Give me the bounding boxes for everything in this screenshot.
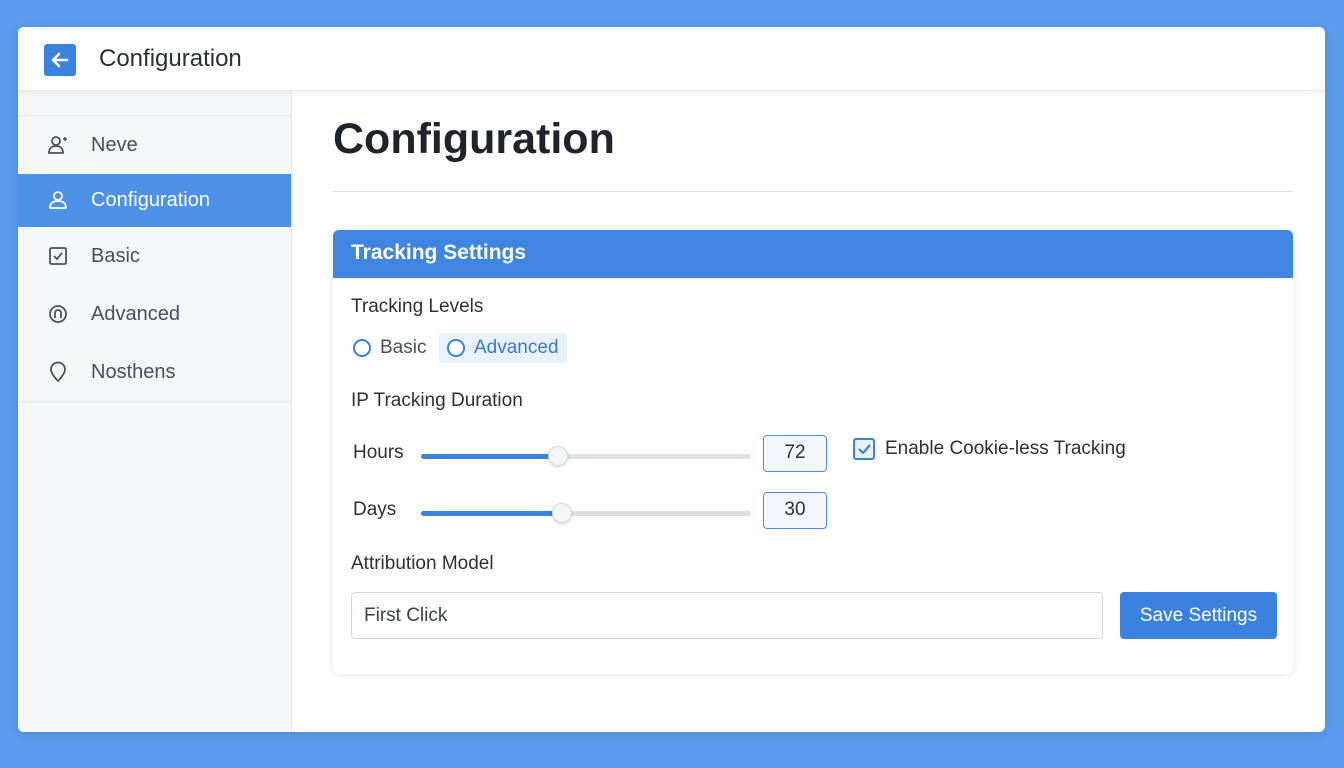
sidebar-item-nosthens[interactable]: Nosthens <box>18 343 291 401</box>
slider-fill <box>421 511 560 516</box>
title-bar: Configuration <box>18 27 1325 91</box>
radio-advanced[interactable]: Advanced <box>439 333 567 363</box>
days-input[interactable]: 30 <box>763 492 827 529</box>
user-icon <box>49 191 67 209</box>
arrow-left-icon <box>51 52 69 68</box>
sidebar-item-label: Neve <box>91 133 138 156</box>
main-content: Configuration Tracking Settings Tracking… <box>292 91 1325 732</box>
back-button[interactable] <box>44 44 76 76</box>
window-title: Configuration <box>99 45 242 72</box>
radio-label: Advanced <box>474 337 559 358</box>
sidebar-item-neve[interactable]: Neve <box>18 116 291 174</box>
sidebar: Neve Configuration Basic Advanced Nosthe… <box>18 91 292 732</box>
sidebar-item-advanced[interactable]: Advanced <box>18 285 291 343</box>
location-pin-icon <box>50 361 66 382</box>
ip-duration-label: IP Tracking Duration <box>351 390 523 411</box>
sidebar-item-basic[interactable]: Basic <box>18 227 291 285</box>
card-header: Tracking Settings <box>333 230 1293 278</box>
slider-thumb[interactable] <box>548 446 568 466</box>
radio-circle <box>447 339 465 357</box>
cookieless-checkbox[interactable]: Enable Cookie-less Tracking <box>853 438 1126 460</box>
sidebar-item-configuration[interactable]: Configuration <box>18 174 291 227</box>
checkbox-box <box>853 438 875 460</box>
tracking-settings-card: Tracking Settings Tracking Levels Basic … <box>333 230 1293 674</box>
attribution-model-input[interactable]: First Click <box>351 592 1103 639</box>
divider <box>333 191 1293 192</box>
checkbox-icon <box>49 247 67 265</box>
attribution-model-label: Attribution Model <box>351 553 494 574</box>
user-add-icon <box>48 136 67 154</box>
hours-input[interactable]: 72 <box>763 435 827 472</box>
at-icon <box>49 305 67 323</box>
days-label: Days <box>353 499 397 520</box>
app-window: Configuration Neve Configuration Basic A… <box>18 27 1325 732</box>
radio-label: Basic <box>380 337 427 358</box>
sidebar-item-label: Configuration <box>91 189 210 211</box>
hours-label: Hours <box>353 442 404 463</box>
slider-thumb[interactable] <box>552 503 572 523</box>
radio-basic[interactable]: Basic <box>351 333 434 363</box>
days-slider[interactable] <box>421 503 751 523</box>
sidebar-item-label: Nosthens <box>91 360 176 383</box>
sidebar-item-label: Advanced <box>91 302 180 325</box>
checkbox-label: Enable Cookie-less Tracking <box>885 438 1126 459</box>
page-title: Configuration <box>333 115 615 163</box>
checkmark-icon <box>858 444 871 455</box>
save-settings-button[interactable]: Save Settings <box>1120 592 1277 639</box>
sidebar-item-label: Basic <box>91 244 140 267</box>
radio-circle <box>353 339 371 357</box>
hours-slider[interactable] <box>421 446 751 466</box>
sidebar-nav: Neve Configuration Basic Advanced Nosthe… <box>18 115 291 402</box>
slider-fill <box>421 454 556 459</box>
tracking-levels-label: Tracking Levels <box>351 296 484 317</box>
